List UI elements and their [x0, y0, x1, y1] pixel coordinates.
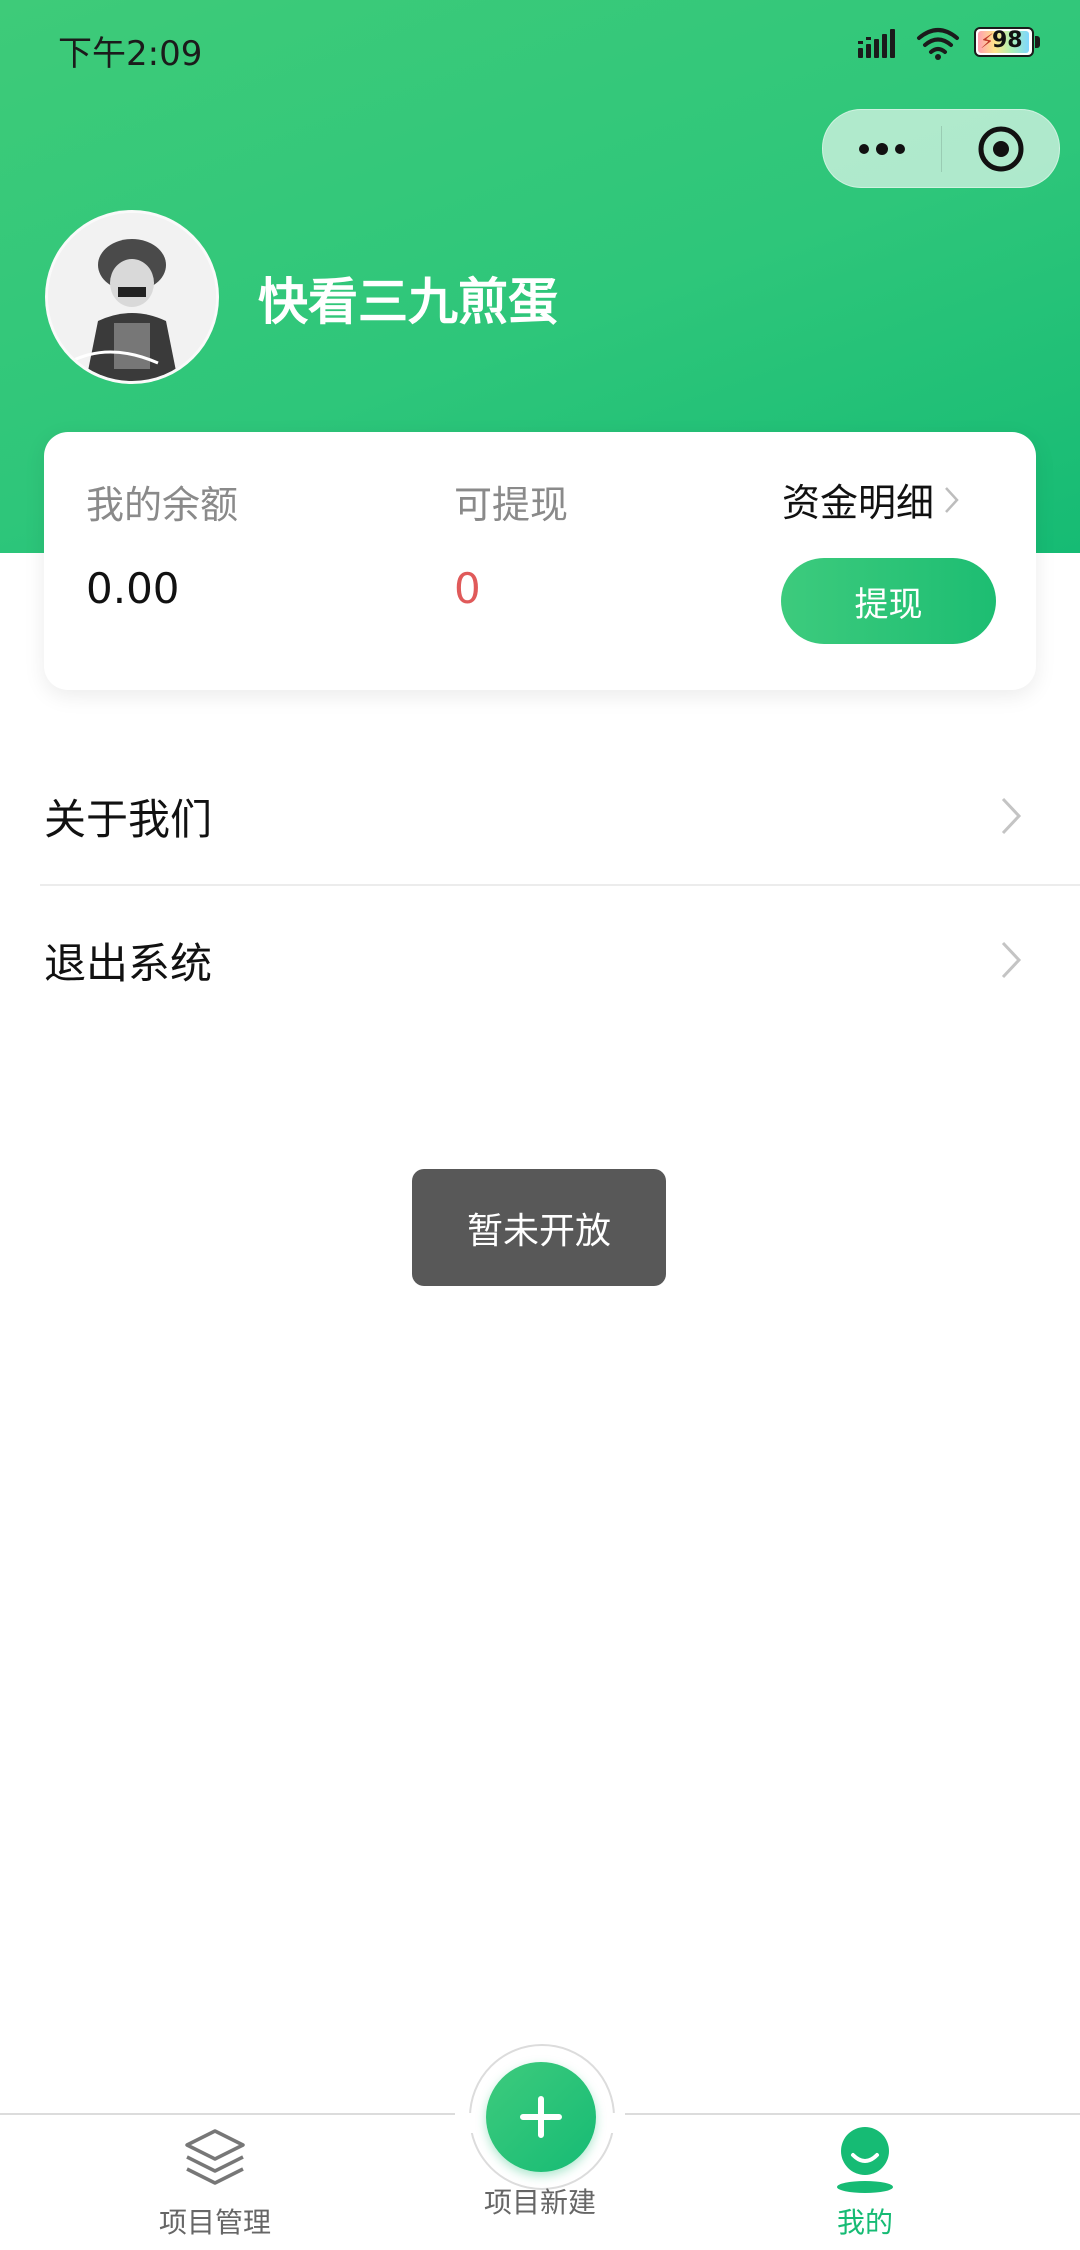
miniprogram-capsule [822, 109, 1060, 188]
menu-divider [40, 884, 1080, 886]
chevron-right-icon [1001, 941, 1022, 979]
withdrawable-value: 0 [454, 564, 481, 613]
tab-mine[interactable]: 我的 [765, 2125, 965, 2241]
balance-label: 我的余额 [86, 483, 239, 527]
user-icon [837, 2127, 893, 2193]
avatar[interactable] [45, 210, 219, 384]
menu-item-label: 关于我们 [44, 794, 213, 844]
fund-detail-label: 资金明细 [782, 481, 935, 525]
charging-bolt-icon: ⚡ [980, 29, 995, 53]
tab-label: 我的 [836, 2206, 893, 2239]
add-project-button[interactable] [486, 2062, 596, 2172]
tab-project-management[interactable]: 项目管理 [115, 2125, 315, 2241]
tab-label: 项目新建 [483, 2186, 596, 2219]
withdrawable-label: 可提现 [454, 483, 569, 527]
username: 快看三九煎蛋 [258, 273, 558, 331]
toast-message: 暂未开放 [412, 1169, 666, 1286]
battery-level: 98 [992, 28, 1023, 53]
fund-detail-link[interactable]: 资金明细 [782, 472, 960, 527]
avatar-image [48, 213, 216, 381]
more-button[interactable] [823, 110, 941, 187]
more-dots-icon [859, 142, 905, 155]
tab-label: 项目管理 [158, 2206, 271, 2239]
target-close-icon [978, 126, 1023, 171]
menu-item-logout[interactable]: 退出系统 [40, 890, 1080, 1030]
chevron-right-icon [945, 486, 959, 513]
menu-item-about[interactable]: 关于我们 [40, 746, 1080, 886]
close-miniprogram-button[interactable] [942, 110, 1059, 187]
withdraw-button[interactable]: 提现 [781, 558, 996, 644]
wifi-icon [917, 28, 959, 60]
wallet-card: 我的余额 0.00 可提现 0 资金明细 提现 [44, 432, 1036, 690]
menu-item-label: 退出系统 [44, 938, 213, 988]
tab-new-project[interactable]: 项目新建 [440, 2181, 640, 2221]
cellular-signal-icon [858, 29, 895, 58]
plus-icon [520, 2096, 562, 2138]
balance-value: 0.00 [86, 564, 180, 613]
status-time: 下午2:09 [58, 34, 203, 74]
status-bar: 下午2:09 98 ⚡ [0, 0, 1080, 96]
chevron-right-icon [1001, 797, 1022, 835]
battery-icon: 98 ⚡ [974, 27, 1042, 59]
layers-icon [185, 2129, 245, 2185]
